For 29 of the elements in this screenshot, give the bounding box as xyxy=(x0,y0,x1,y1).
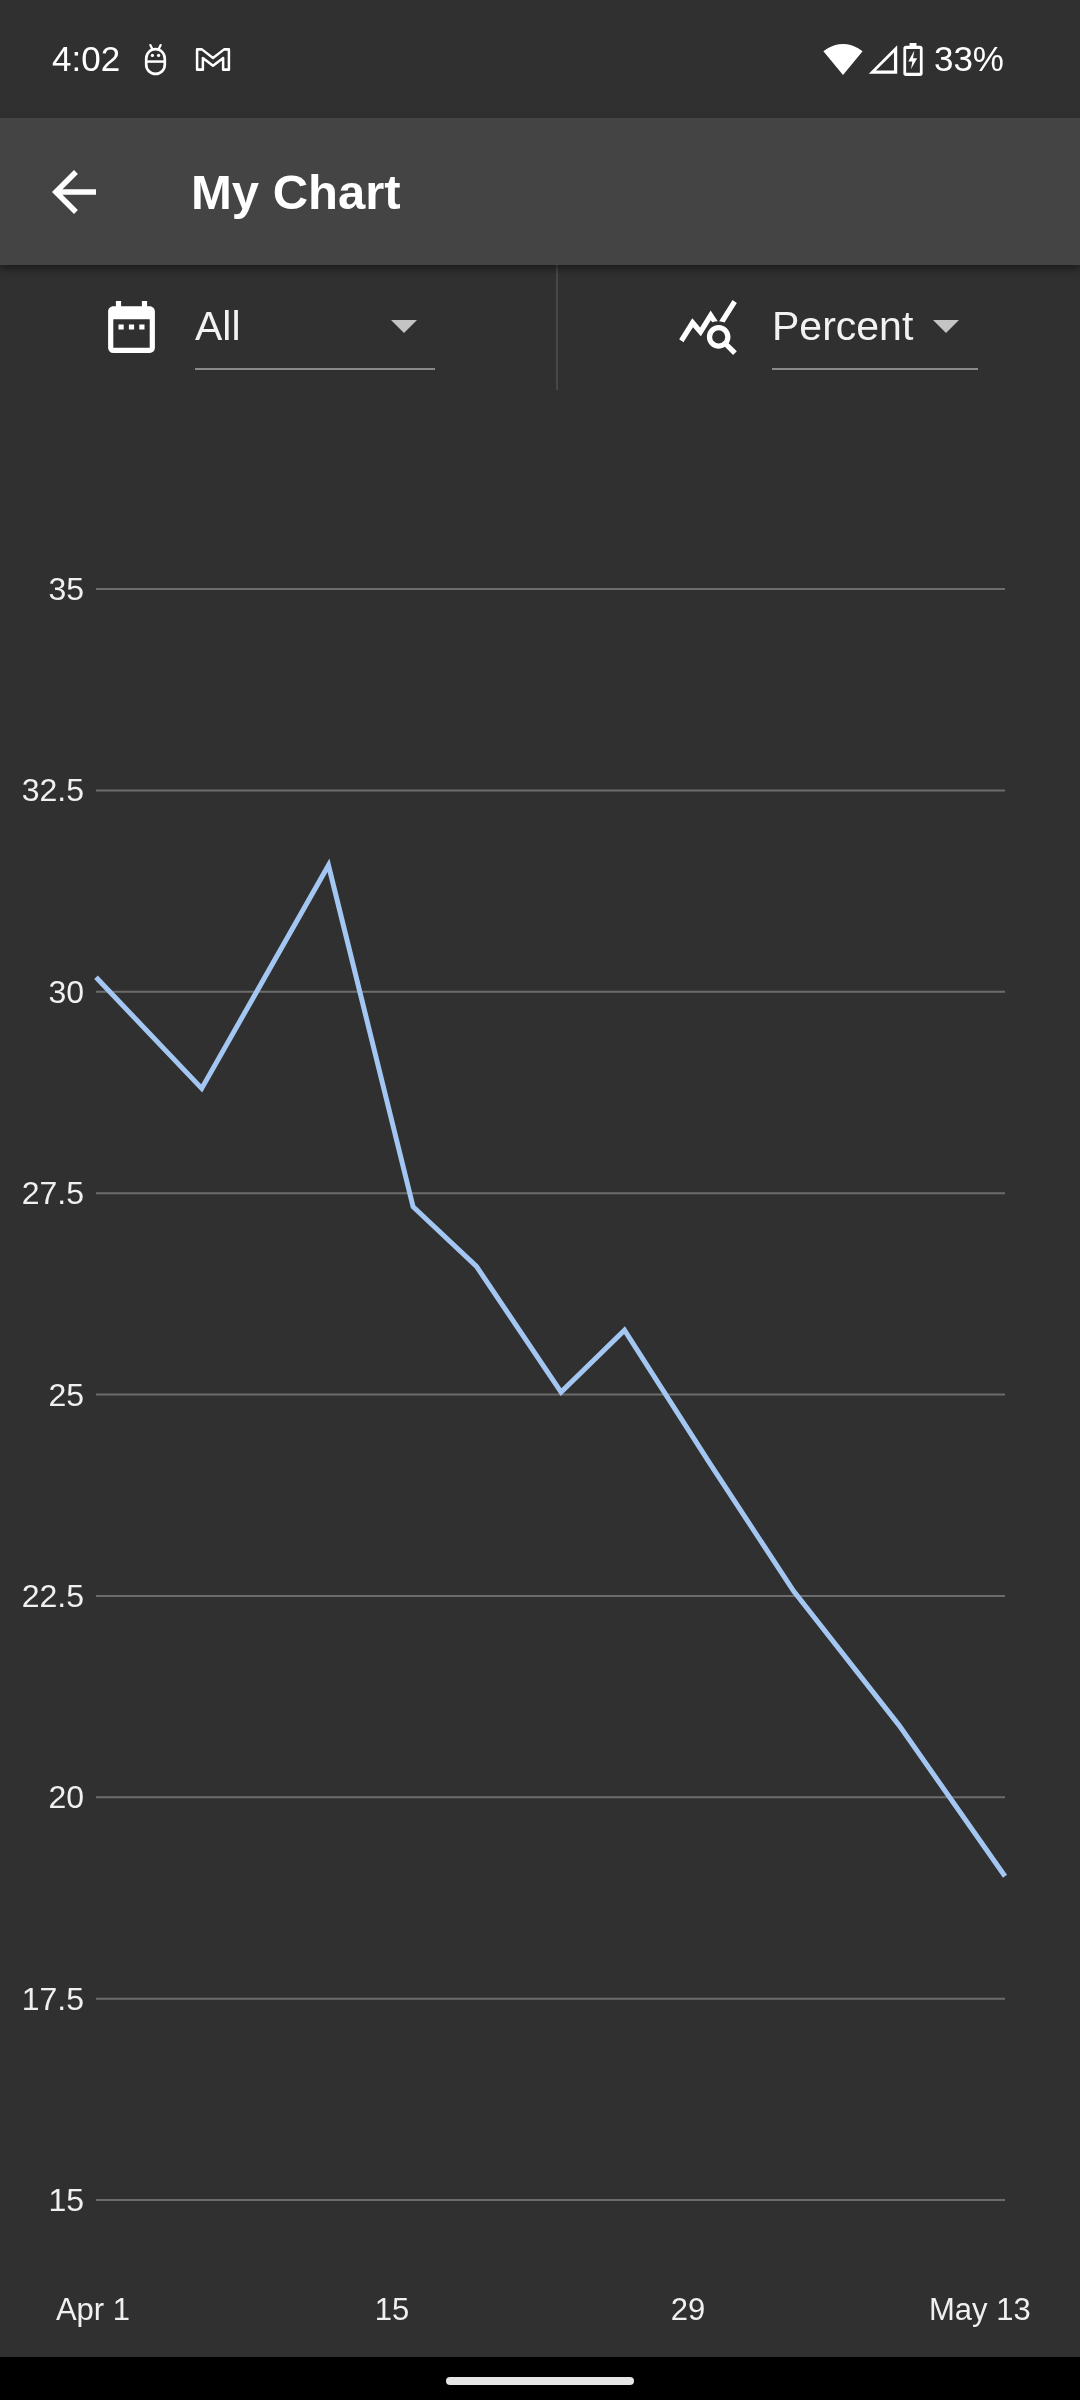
y-axis-label: 27.5 xyxy=(21,1175,84,1212)
wifi-icon xyxy=(822,43,863,75)
back-arrow-icon[interactable] xyxy=(52,169,96,214)
mail-icon xyxy=(194,45,233,73)
y-axis-label: 25 xyxy=(48,1376,84,1413)
chart-search-icon xyxy=(679,299,737,355)
metric-dropdown[interactable]: Percent xyxy=(772,284,978,370)
battery-percent: 33% xyxy=(933,39,1004,79)
y-axis-label: 20 xyxy=(48,1779,84,1816)
caret-icon xyxy=(933,319,960,333)
x-axis-label: 15 xyxy=(374,2291,410,2327)
y-axis-label: 35 xyxy=(48,571,84,607)
status-time: 4:02 xyxy=(52,39,121,79)
battery-charging-icon xyxy=(902,42,923,76)
y-axis-label: 32.5 xyxy=(21,772,84,809)
caret-icon xyxy=(391,319,417,333)
y-axis-label: 30 xyxy=(48,973,84,1010)
signal-icon xyxy=(866,43,899,75)
x-axis-label: May 13 xyxy=(929,2291,1031,2327)
app-title: My Chart xyxy=(191,163,401,220)
calendar-icon xyxy=(108,301,155,353)
y-axis-label: 17.5 xyxy=(21,1980,84,2017)
y-axis-label: 22.5 xyxy=(21,1577,84,1614)
robot-icon xyxy=(143,42,169,76)
home-handle[interactable] xyxy=(446,2377,634,2385)
date-range-dropdown[interactable]: All xyxy=(195,284,435,370)
x-axis-label: Apr 1 xyxy=(55,2291,131,2327)
x-axis-label: 29 xyxy=(670,2291,706,2327)
y-axis-label: 15 xyxy=(48,2182,84,2218)
